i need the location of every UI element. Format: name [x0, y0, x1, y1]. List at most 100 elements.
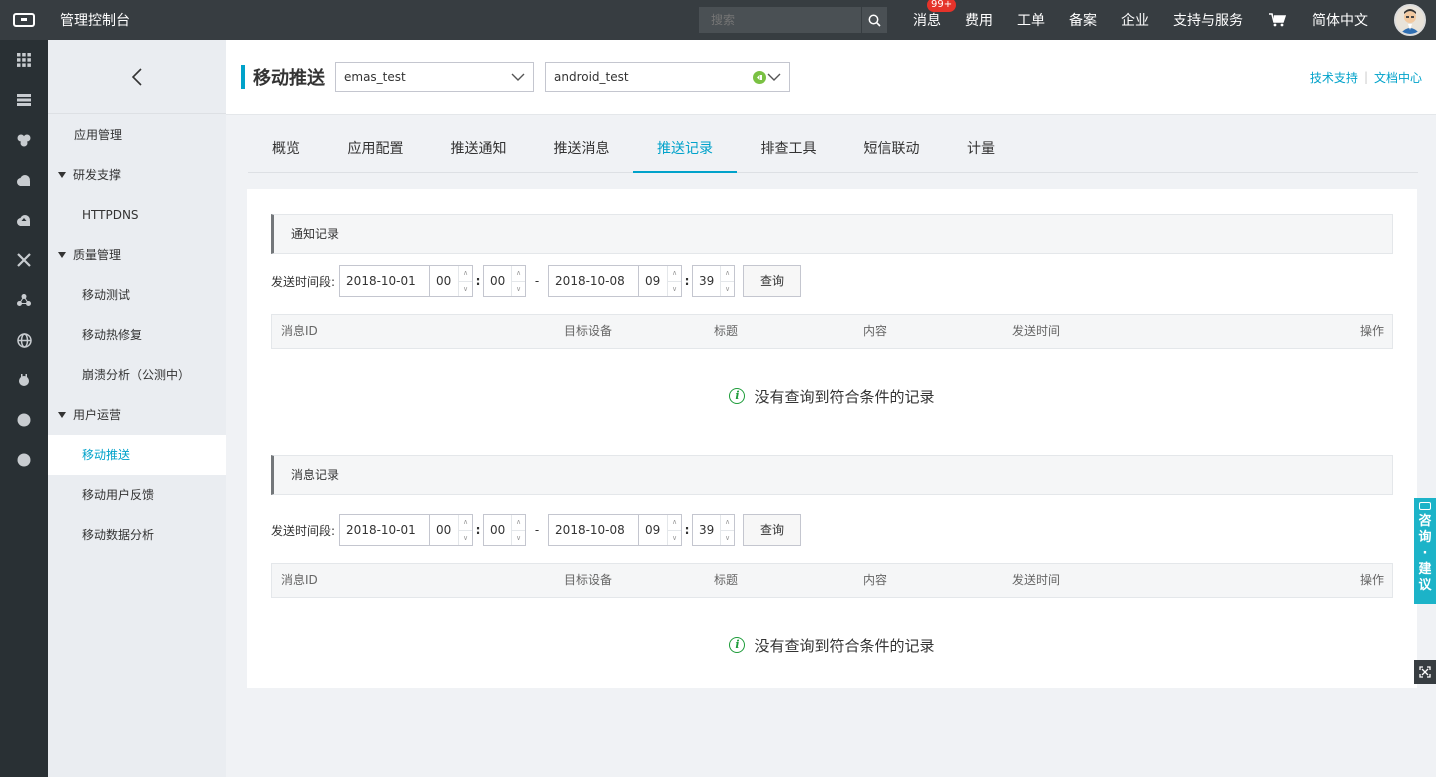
avatar[interactable]	[1394, 4, 1426, 36]
message-end-hour-stepper[interactable]: 09 ∧ ∨	[639, 514, 683, 546]
platform-select[interactable]: android_test	[545, 62, 790, 92]
sidebar-item-crash-analysis[interactable]: 崩溃分析（公测中）	[48, 355, 226, 395]
chevron-up-icon[interactable]: ∧	[459, 515, 473, 531]
sidebar-group-label: 质量管理	[73, 248, 122, 262]
collapse-sidebar-button[interactable]	[48, 40, 226, 114]
sidebar-group-label: 研发支撑	[73, 168, 122, 182]
search-button[interactable]	[861, 7, 887, 33]
caret-down-icon	[58, 252, 66, 258]
chevron-up-icon[interactable]: ∧	[459, 266, 473, 282]
notify-table-header: 消息ID 目标设备 标题 内容 发送时间 操作	[271, 314, 1393, 349]
chevron-up-icon[interactable]: ∧	[721, 266, 735, 282]
tech-support-link[interactable]: 技术支持	[1310, 69, 1358, 86]
cloud-icon[interactable]	[0, 160, 48, 200]
tab-push-notification[interactable]: 推送通知	[427, 130, 530, 173]
product-icon-rail	[0, 40, 48, 777]
chevron-left-icon	[132, 67, 142, 86]
server-icon[interactable]	[0, 80, 48, 120]
messages-badge: 99+	[927, 0, 957, 12]
console-title[interactable]: 管理控制台	[60, 10, 130, 30]
stepper-value: 09	[645, 274, 661, 288]
tab-troubleshoot[interactable]: 排查工具	[737, 130, 840, 173]
notify-start-date-input[interactable]: 2018-10-01	[339, 265, 431, 297]
message-start-hour-stepper[interactable]: 00 ∧ ∨	[430, 514, 474, 546]
notify-end-hour-stepper[interactable]: 09 ∧ ∨	[639, 265, 683, 297]
notify-end-minute-stepper[interactable]: 39 ∧ ∨	[692, 265, 736, 297]
notify-start-minute-stepper[interactable]: 00 ∧ ∨	[483, 265, 527, 297]
consult-char: 议	[1418, 578, 1432, 593]
tab-push-records[interactable]: 推送记录	[633, 130, 737, 173]
chevron-up-icon[interactable]: ∧	[512, 515, 526, 531]
chevron-down-icon[interactable]: ∨	[512, 282, 525, 297]
consult-feedback-button[interactable]: 咨 询 · 建 议	[1414, 498, 1436, 604]
col-title: 标题	[714, 324, 739, 338]
search-box	[699, 7, 887, 33]
chevron-down-icon[interactable]: ∨	[721, 282, 734, 297]
chevron-down-icon	[511, 73, 525, 81]
tab-overview[interactable]: 概览	[248, 130, 324, 173]
notify-end-date-input[interactable]: 2018-10-08	[548, 265, 640, 297]
col-target-device: 目标设备	[564, 324, 613, 338]
chevron-up-icon[interactable]: ∧	[668, 266, 682, 282]
tab-sms-linkage[interactable]: 短信联动	[840, 130, 943, 173]
nav-messages-label: 消息	[913, 13, 941, 29]
cloud-upload-icon[interactable]	[0, 200, 48, 240]
sidebar-item-mobile-push[interactable]: 移动推送	[48, 435, 226, 475]
notify-start-hour-stepper[interactable]: 00 ∧ ∨	[430, 265, 474, 297]
col-send-time: 发送时间	[1012, 573, 1061, 587]
chevron-down-icon[interactable]: ∨	[721, 531, 734, 546]
chevron-up-icon[interactable]: ∧	[512, 266, 526, 282]
sidebar-group-label: 用户运营	[73, 408, 122, 422]
grid-icon[interactable]	[0, 40, 48, 80]
nav-enterprise[interactable]: 企业	[1109, 10, 1161, 30]
chevron-up-icon[interactable]: ∧	[721, 515, 735, 531]
chevron-up-icon[interactable]: ∧	[668, 515, 682, 531]
sidebar-group-user-ops[interactable]: 用户运营	[48, 395, 226, 435]
notify-query-button[interactable]: 查询	[743, 265, 802, 297]
sidebar-group-dev-support[interactable]: 研发支撑	[48, 155, 226, 195]
message-query-row: 发送时间段: 2018-10-01 00 ∧ ∨ : 00 ∧ ∨ - 2018-10-…	[271, 514, 802, 546]
sidebar-item-hotfix[interactable]: 移动热修复	[48, 315, 226, 355]
nav-support[interactable]: 支持与服务	[1161, 10, 1255, 30]
cart-icon[interactable]	[1255, 13, 1300, 27]
message-query-button[interactable]: 查询	[743, 514, 802, 546]
tab-metering[interactable]: 计量	[943, 130, 1019, 173]
search-input[interactable]	[699, 13, 861, 27]
nav-language[interactable]: 简体中文	[1300, 10, 1380, 30]
message-start-date-input[interactable]: 2018-10-01	[339, 514, 431, 546]
chevron-down-icon[interactable]: ∨	[512, 531, 525, 546]
dot-icon[interactable]	[0, 400, 48, 440]
tab-app-config[interactable]: 应用配置	[324, 130, 427, 173]
docs-link[interactable]: 文档中心	[1374, 69, 1422, 86]
message-end-date-input[interactable]: 2018-10-08	[548, 514, 640, 546]
sidebar-item-mobile-testing[interactable]: 移动测试	[48, 275, 226, 315]
app-select[interactable]: emas_test	[335, 62, 534, 92]
platform-select-value: android_test	[554, 70, 629, 84]
chevron-down-icon[interactable]: ∨	[459, 282, 472, 297]
expand-tool-button[interactable]	[1414, 660, 1436, 684]
network-icon[interactable]	[0, 240, 48, 280]
aliyun-logo-icon[interactable]	[0, 0, 48, 40]
nav-messages[interactable]: 消息 99+	[901, 0, 957, 30]
sidebar-item-data-analysis[interactable]: 移动数据分析	[48, 515, 226, 555]
nav-billing[interactable]: 费用	[953, 10, 1005, 30]
sidebar-item-user-feedback[interactable]: 移动用户反馈	[48, 475, 226, 515]
nav-icp[interactable]: 备案	[1057, 10, 1109, 30]
header-links: 技术支持 | 文档中心	[1310, 69, 1422, 86]
chevron-down-icon[interactable]: ∨	[459, 531, 472, 546]
message-end-minute-stepper[interactable]: 39 ∧ ∨	[692, 514, 736, 546]
sidebar-item-httpdns[interactable]: HTTPDNS	[48, 195, 226, 235]
nodes-icon[interactable]	[0, 280, 48, 320]
chevron-down-icon[interactable]: ∨	[668, 531, 681, 546]
sidebar-item-app-management[interactable]: 应用管理	[48, 115, 226, 155]
shield-icon[interactable]	[0, 120, 48, 160]
chevron-down-icon[interactable]: ∨	[668, 282, 681, 297]
sidebar-group-quality[interactable]: 质量管理	[48, 235, 226, 275]
bug-icon[interactable]	[0, 360, 48, 400]
caret-down-icon	[58, 412, 66, 418]
message-start-minute-stepper[interactable]: 00 ∧ ∨	[483, 514, 527, 546]
dot-icon[interactable]	[0, 440, 48, 480]
nav-tickets[interactable]: 工单	[1005, 10, 1057, 30]
globe-icon[interactable]	[0, 320, 48, 360]
tab-push-message[interactable]: 推送消息	[530, 130, 633, 173]
